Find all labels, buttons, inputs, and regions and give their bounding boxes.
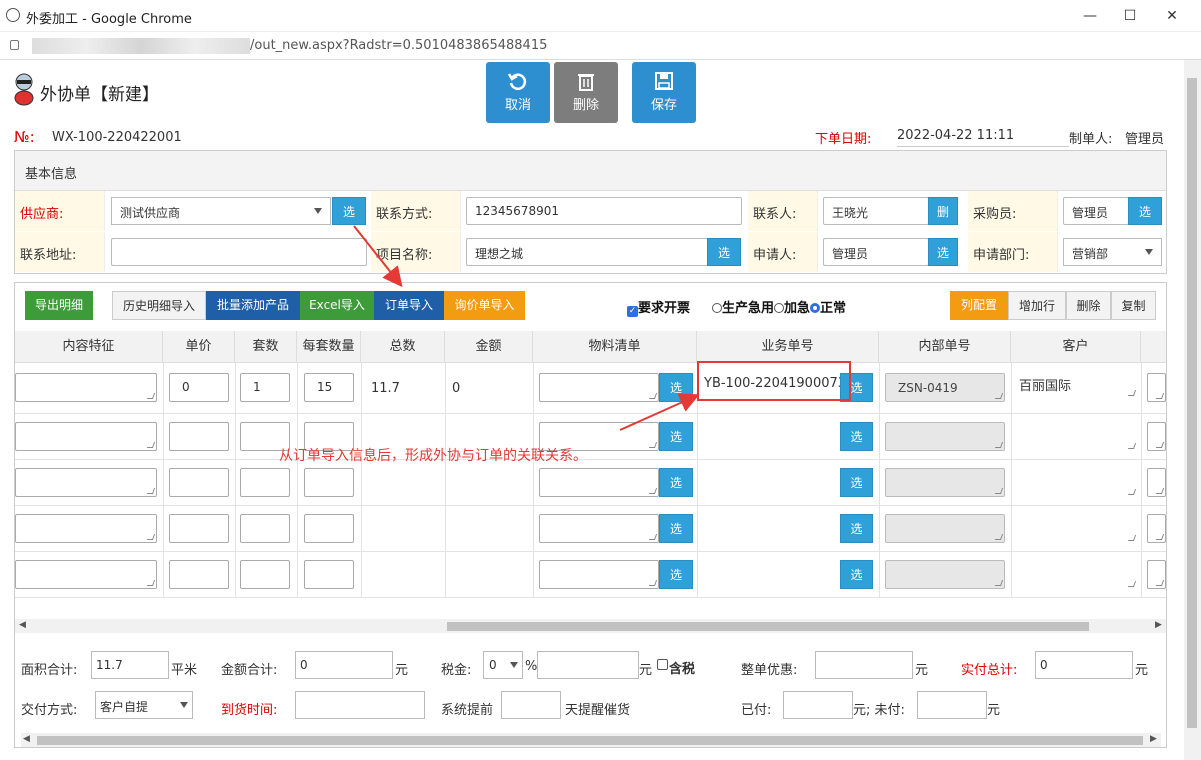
arrow-to-biz-no bbox=[619, 393, 700, 431]
arrow-to-order-import bbox=[353, 225, 403, 288]
annotation-arrows bbox=[353, 225, 700, 431]
